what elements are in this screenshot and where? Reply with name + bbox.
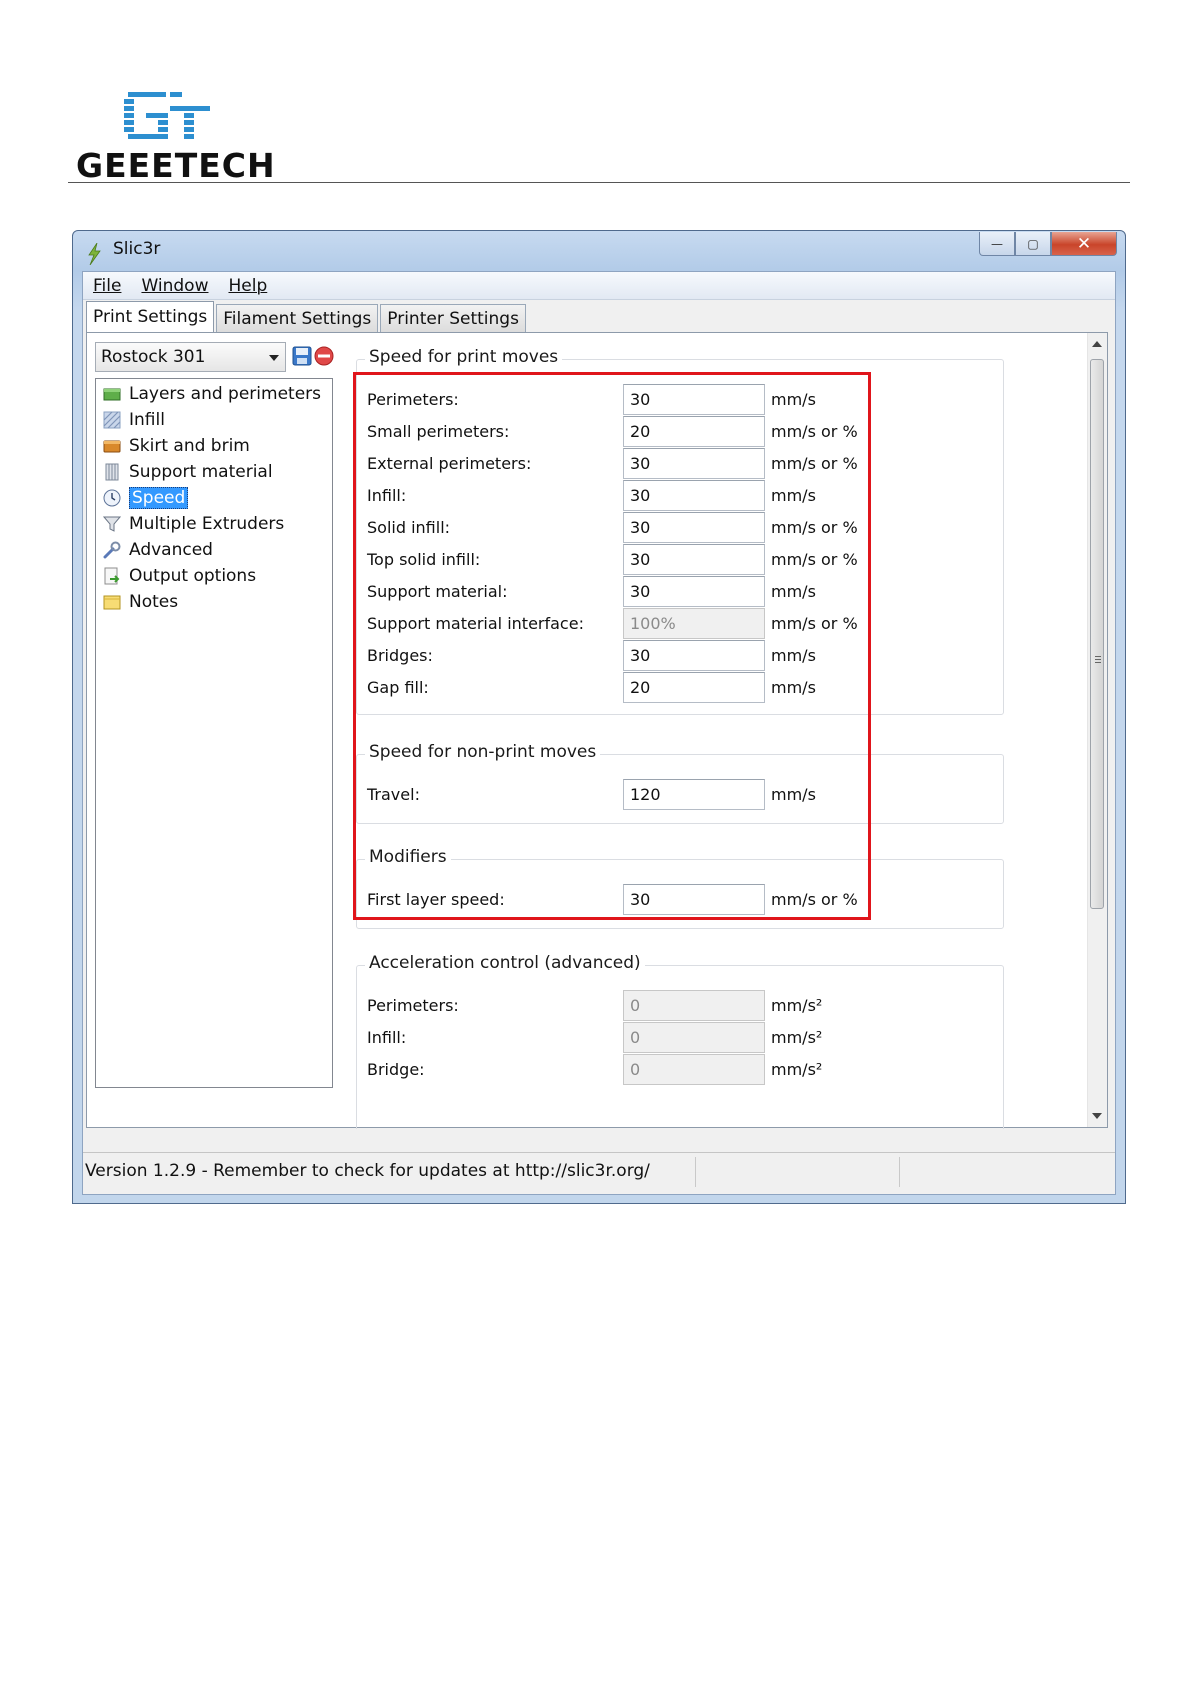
scroll-up-arrow-icon[interactable]	[1092, 341, 1102, 347]
save-preset-icon[interactable]	[292, 346, 312, 366]
bridge-acceleration-input[interactable]: 0	[623, 1054, 765, 1085]
group-title: Speed for print moves	[365, 347, 563, 367]
tab-printer-settings[interactable]: Printer Settings	[380, 304, 526, 332]
vertical-scrollbar[interactable]	[1087, 333, 1107, 1127]
grip-icon	[1095, 656, 1101, 657]
status-bar: Version 1.2.9 - Remember to check for up…	[83, 1152, 1115, 1192]
gt-logo-mark-icon	[124, 92, 210, 139]
page-item-output-options[interactable]: Output options	[103, 564, 256, 588]
page-label: Support material	[129, 462, 273, 482]
status-divider	[899, 1157, 900, 1187]
funnel-icon	[103, 516, 121, 532]
slic3r-window: Slic3r — ▢ ✕ File Window Help Print Sett…	[72, 230, 1126, 1204]
page-label: Advanced	[129, 540, 213, 560]
output-icon	[104, 567, 120, 585]
note-icon	[103, 595, 121, 610]
preset-value: Rostock 301	[101, 347, 206, 367]
page-item-layers-and-perimeters[interactable]: Layers and perimeters	[103, 382, 321, 406]
clock-icon	[103, 489, 121, 507]
option-row: Bridge: 0 mm/s²	[367, 1054, 987, 1086]
page-item-multiple-extruders[interactable]: Multiple Extruders	[103, 512, 284, 536]
page-item-support-material[interactable]: Support material	[103, 460, 273, 484]
page-label: Infill	[129, 410, 165, 430]
highlight-annotation-box	[353, 372, 871, 920]
infill-acceleration-input[interactable]: 0	[623, 1022, 765, 1053]
window-client: File Window Help Print Settings Filament…	[82, 271, 1116, 1195]
preset-dropdown[interactable]: Rostock 301	[95, 342, 286, 372]
group-title: Acceleration control (advanced)	[365, 953, 645, 973]
settings-tabs: Print Settings Filament Settings Printer…	[86, 301, 528, 332]
page-item-speed[interactable]: Speed	[103, 486, 189, 510]
page-label: Output options	[129, 566, 257, 586]
scrollbar-thumb[interactable]	[1090, 359, 1104, 909]
skirt-icon	[103, 440, 121, 453]
print-settings-panel: Rostock 301 Layers and perimeters Infill…	[86, 332, 1108, 1129]
window-controls: — ▢ ✕	[979, 232, 1117, 256]
wrench-icon	[103, 541, 121, 559]
group-acceleration-control: Acceleration control (advanced) Perimete…	[356, 953, 1004, 1129]
window-title: Slic3r	[113, 239, 161, 259]
maximize-icon: ▢	[1027, 236, 1039, 251]
scroll-down-arrow-icon[interactable]	[1092, 1113, 1102, 1119]
page-item-infill[interactable]: Infill	[103, 408, 165, 432]
support-icon	[105, 463, 119, 481]
page-label: Speed	[129, 487, 189, 509]
chevron-down-icon	[269, 355, 279, 361]
status-text: Version 1.2.9 - Remember to check for up…	[85, 1161, 650, 1181]
minimize-button[interactable]: —	[979, 232, 1015, 256]
perimeter-acceleration-input[interactable]: 0	[623, 990, 765, 1021]
option-label: Infill:	[367, 1028, 407, 1047]
page-label: Skirt and brim	[129, 436, 250, 456]
slic3r-app-icon	[88, 243, 101, 265]
header-divider	[68, 182, 1130, 183]
minimize-icon: —	[991, 236, 1003, 251]
maximize-button[interactable]: ▢	[1015, 232, 1051, 256]
option-row: Perimeters: 0 mm/s²	[367, 990, 987, 1022]
page-label: Notes	[129, 592, 179, 612]
menu-bar: File Window Help	[83, 272, 1115, 300]
option-label: Perimeters:	[367, 996, 459, 1015]
delete-preset-icon[interactable]	[314, 346, 334, 366]
page-item-notes[interactable]: Notes	[103, 590, 178, 614]
tab-print-settings[interactable]: Print Settings	[86, 301, 215, 332]
logo-text: GEEETECH	[76, 146, 276, 185]
option-unit: mm/s²	[771, 1028, 823, 1047]
close-button[interactable]: ✕	[1051, 232, 1117, 256]
page-item-advanced[interactable]: Advanced	[103, 538, 213, 562]
page-label: Layers and perimeters	[129, 384, 321, 404]
option-unit: mm/s²	[771, 1060, 823, 1079]
page-label: Multiple Extruders	[129, 514, 285, 534]
option-row: Infill: 0 mm/s²	[367, 1022, 987, 1054]
tab-filament-settings[interactable]: Filament Settings	[216, 304, 379, 332]
layers-icon	[103, 388, 121, 401]
infill-icon	[103, 411, 121, 429]
option-unit: mm/s²	[771, 996, 823, 1015]
close-icon: ✕	[1076, 233, 1092, 254]
status-divider	[695, 1157, 696, 1187]
settings-page-list: Layers and perimeters Infill Skirt and b…	[95, 378, 333, 1088]
geeetech-logo: GEEETECH	[76, 88, 275, 188]
menu-file[interactable]: File	[93, 276, 121, 296]
page-item-skirt-and-brim[interactable]: Skirt and brim	[103, 434, 250, 458]
menu-window[interactable]: Window	[141, 276, 208, 296]
title-bar[interactable]: Slic3r — ▢ ✕	[73, 231, 1125, 269]
menu-help[interactable]: Help	[228, 276, 267, 296]
option-label: Bridge:	[367, 1060, 425, 1079]
